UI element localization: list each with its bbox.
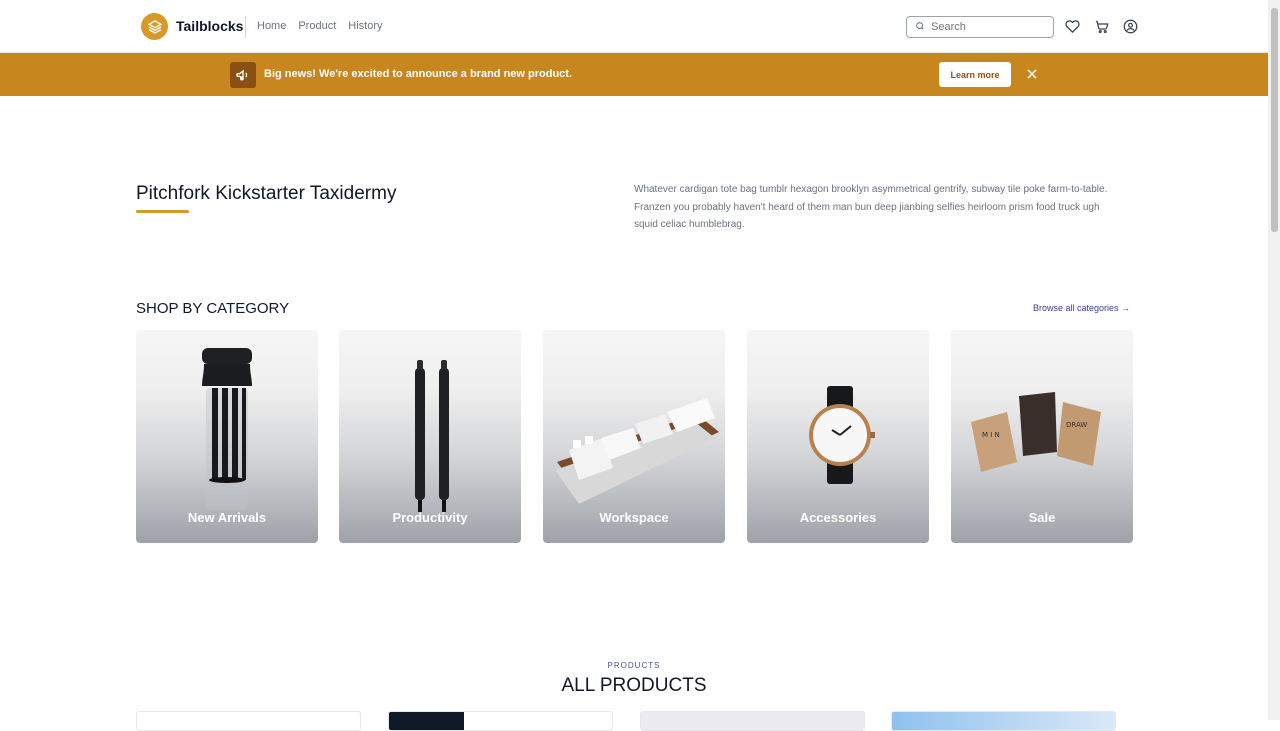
category-label: Productivity (392, 510, 468, 525)
product-image-placeholder (389, 712, 464, 730)
category-card-workspace[interactable]: Workspace (543, 330, 725, 543)
user-account-icon[interactable] (1122, 18, 1138, 34)
products-kicker: PRODUCTS (607, 661, 661, 670)
megaphone-icon (230, 62, 256, 88)
svg-text:DRAW: DRAW (1066, 421, 1087, 429)
nav-home-link[interactable]: Home (257, 20, 286, 32)
main-nav: Home Product History (257, 20, 383, 32)
category-card-accessories[interactable]: Accessories (747, 330, 929, 543)
category-label: Sale (1028, 510, 1056, 525)
category-label: Workspace (599, 510, 669, 525)
hero-title: Pitchfork Kickstarter Taxidermy (136, 183, 397, 204)
close-icon[interactable] (1025, 67, 1039, 81)
top-header: Tailblocks Home Product History (0, 0, 1268, 53)
brand-name[interactable]: Tailblocks (176, 18, 243, 34)
logo-icon[interactable] (141, 13, 168, 40)
product-image-placeholder (892, 712, 1115, 730)
learn-more-button[interactable]: Learn more (939, 62, 1011, 87)
hero-underline (136, 210, 189, 213)
search-box[interactable] (906, 16, 1054, 38)
hero-description: Whatever cardigan tote bag tumblr hexago… (634, 184, 1108, 230)
page-scrollbar-thumb[interactable] (1271, 8, 1278, 232)
product-card[interactable] (136, 711, 361, 731)
cart-icon[interactable] (1093, 18, 1109, 34)
all-products-title: ALL PRODUCTS (561, 675, 707, 696)
category-card-productivity[interactable]: Productivity (339, 330, 521, 543)
product-image-placeholder (641, 712, 864, 730)
search-icon (915, 18, 925, 36)
shop-by-category-title: SHOP BY CATEGORY (136, 300, 290, 317)
category-card-new-arrivals[interactable]: New Arrivals (136, 330, 318, 543)
announcement-banner: Big news! We're excited to announce a br… (0, 53, 1268, 96)
product-card[interactable] (388, 711, 613, 731)
category-card-sale[interactable]: M I N DRAW Sale (951, 330, 1133, 543)
category-label: New Arrivals (187, 510, 267, 525)
nav-history-link[interactable]: History (348, 20, 382, 32)
header-divider (245, 16, 246, 38)
product-card[interactable] (640, 711, 865, 731)
heart-icon[interactable] (1064, 18, 1080, 34)
svg-text:M I N: M I N (982, 431, 1000, 439)
announcement-text: Big news! We're excited to announce a br… (264, 68, 573, 80)
nav-product-link[interactable]: Product (298, 20, 336, 32)
product-card[interactable] (891, 711, 1116, 731)
browse-all-categories-link[interactable]: Browse all categories → (1033, 303, 1130, 313)
category-label: Accessories (799, 510, 877, 525)
search-input[interactable] (931, 21, 1041, 33)
